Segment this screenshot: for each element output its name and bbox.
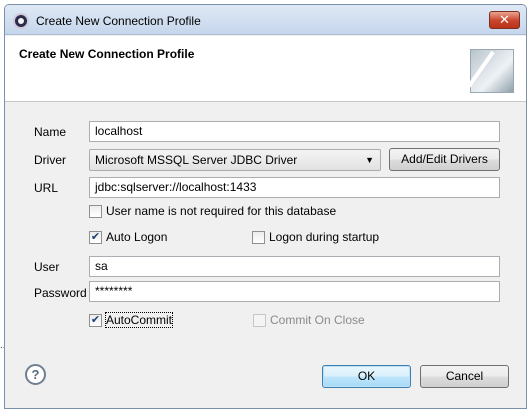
driver-select-value: Microsoft MSSQL Server JDBC Driver — [95, 153, 298, 167]
name-input[interactable]: localhost — [89, 121, 500, 142]
checkbox-box — [252, 231, 265, 244]
window-title: Create New Connection Profile — [36, 14, 201, 28]
dialog-window: Create New Connection Profile ✕ Create N… — [4, 4, 527, 409]
user-label: User — [34, 260, 60, 274]
driver-label: Driver — [34, 153, 66, 167]
cancel-button[interactable]: Cancel — [420, 365, 509, 388]
connection-wizard-graphic — [470, 49, 514, 93]
check-icon: ✔ — [89, 314, 102, 327]
autocommit-label: AutoCommit — [104, 312, 174, 328]
username-not-required-label: User name is not required for this datab… — [106, 204, 337, 218]
logon-during-startup-label: Logon during startup — [269, 230, 380, 244]
checkbox-box — [253, 314, 266, 327]
chevron-down-icon: ▼ — [365, 155, 374, 165]
url-input[interactable]: jdbc:sqlserver://localhost:1433 — [89, 177, 500, 198]
header-title: Create New Connection Profile — [19, 47, 195, 61]
checkbox-box — [89, 205, 102, 218]
help-icon[interactable]: ? — [25, 364, 46, 385]
commit-on-close-label: Commit On Close — [270, 313, 365, 327]
password-input[interactable]: ******** — [89, 281, 500, 302]
auto-logon-label: Auto Logon — [106, 230, 168, 244]
add-edit-drivers-button[interactable]: Add/Edit Drivers — [389, 148, 500, 171]
dialog-header: Create New Connection Profile — [5, 36, 526, 102]
driver-select[interactable]: Microsoft MSSQL Server JDBC Driver ▼ — [89, 149, 381, 171]
close-button[interactable]: ✕ — [489, 11, 520, 29]
ok-button[interactable]: OK — [322, 365, 411, 388]
check-icon: ✔ — [89, 231, 102, 244]
user-input[interactable]: sa — [89, 256, 500, 277]
password-label: Password — [34, 286, 87, 300]
url-label: URL — [34, 181, 59, 195]
eclipse-icon — [13, 13, 29, 29]
name-label: Name — [34, 125, 67, 139]
title-bar: Create New Connection Profile ✕ — [5, 5, 526, 35]
